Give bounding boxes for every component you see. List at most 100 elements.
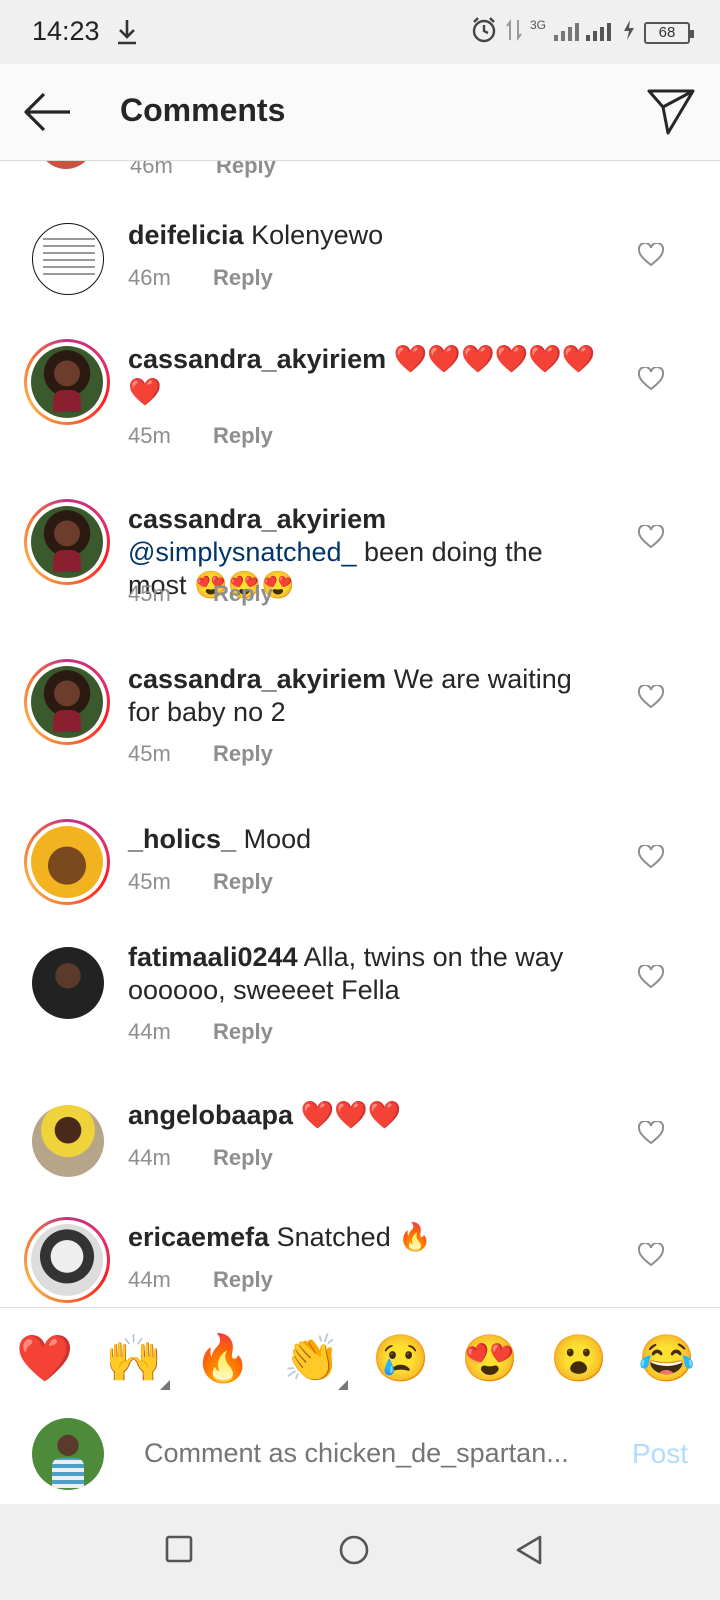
charging-icon	[622, 19, 636, 46]
emoji-quick-bar: ❤️ 🙌 🔥 👏 😢 😍 😮 😂	[0, 1307, 720, 1405]
comment-meta: 44m Reply	[128, 1145, 273, 1171]
comment-username[interactable]: cassandra_akyiriem	[128, 504, 386, 534]
comment-body: Kolenyewo	[251, 220, 384, 250]
home-circle-icon[interactable]	[338, 1534, 370, 1571]
network-type: 3G	[529, 17, 546, 32]
emoji-fire-button[interactable]: 🔥	[194, 1330, 251, 1386]
skin-tone-indicator	[338, 1380, 348, 1390]
page-title: Comments	[120, 92, 286, 128]
comment-time: 45m	[128, 581, 171, 606]
list-item: 46m Reply	[0, 161, 720, 201]
comment-time: 44m	[128, 1145, 171, 1170]
comment-username[interactable]: cassandra_akyiriem	[128, 344, 386, 374]
avatar[interactable]	[32, 947, 104, 1019]
emoji-crying-button[interactable]: 😢	[372, 1330, 429, 1386]
reply-button[interactable]: Reply	[213, 581, 273, 607]
reply-button[interactable]: Reply	[213, 423, 273, 449]
emoji-heart-eyes-button[interactable]: 😍	[461, 1330, 518, 1386]
avatar	[31, 346, 103, 418]
emoji-raised-hands-button[interactable]: 🙌	[105, 1330, 162, 1386]
emoji-clap-button[interactable]: 👏	[283, 1330, 340, 1386]
comment-meta: 44m Reply	[128, 1267, 273, 1293]
avatar	[31, 1224, 103, 1296]
recents-square-icon[interactable]	[164, 1534, 194, 1569]
reply-button[interactable]: Reply	[216, 161, 276, 179]
heart-outline-icon[interactable]	[637, 963, 665, 994]
avatar[interactable]	[32, 1105, 104, 1177]
comment-time: 46m	[130, 161, 173, 178]
comment-text: cassandra_akyiriem @simplysnatched_ been…	[128, 503, 608, 602]
comment-meta: 45m Reply	[128, 741, 273, 767]
reply-button[interactable]: Reply	[213, 869, 273, 895]
comment-meta: 45m Reply	[128, 423, 273, 449]
comments-list[interactable]: 46m Reply deifelicia Kolenyewo 46m Reply…	[0, 161, 720, 1307]
comment-text: fatimaali0244 Alla, twins on the way ooo…	[128, 941, 608, 1007]
avatar[interactable]	[32, 223, 104, 295]
status-bar: 14:23 3G 68	[0, 0, 720, 64]
battery-icon: 68	[644, 21, 694, 44]
heart-outline-icon[interactable]	[637, 365, 665, 396]
story-ring[interactable]	[24, 339, 110, 425]
comment-text: ericaemefa Snatched 🔥	[128, 1221, 608, 1254]
system-nav-bar	[0, 1504, 720, 1600]
comment-text: cassandra_akyiriem We are waiting for ba…	[128, 663, 608, 729]
comment-username[interactable]: ericaemefa	[128, 1222, 269, 1252]
comment-body: Mood	[243, 824, 312, 854]
comment-meta: 44m Reply	[128, 1019, 273, 1045]
comment-meta: 46m Reply	[128, 265, 273, 291]
comment-meta: 45m Reply	[128, 581, 273, 607]
comment-time: 44m	[128, 1019, 171, 1044]
comment-username[interactable]: angelobaapa	[128, 1100, 293, 1130]
comment-meta: 45m Reply	[128, 869, 273, 895]
back-triangle-icon[interactable]	[514, 1534, 544, 1571]
comment-text: angelobaapa ❤️❤️❤️	[128, 1099, 608, 1132]
post-button[interactable]: Post	[632, 1438, 688, 1470]
emoji-heart-button[interactable]: ❤️	[16, 1330, 73, 1386]
avatar	[31, 666, 103, 738]
comment-time: 44m	[128, 1267, 171, 1292]
comment-time: 45m	[128, 423, 171, 448]
heart-outline-icon[interactable]	[637, 523, 665, 554]
heart-outline-icon[interactable]	[637, 843, 665, 874]
comment-text: _holics_ Mood	[128, 823, 608, 856]
heart-outline-icon[interactable]	[637, 1241, 665, 1272]
comment-username[interactable]: deifelicia	[128, 220, 244, 250]
battery-level: 68	[658, 24, 676, 41]
comment-composer: Post	[0, 1404, 720, 1504]
reply-button[interactable]: Reply	[213, 265, 273, 291]
signal-icon	[554, 19, 614, 46]
avatar[interactable]	[38, 161, 94, 169]
story-ring[interactable]	[24, 819, 110, 905]
comment-username[interactable]: fatimaali0244	[128, 942, 298, 972]
comment-username[interactable]: _holics_	[128, 824, 236, 854]
comment-time: 45m	[128, 869, 171, 894]
arrow-left-icon[interactable]	[22, 90, 72, 139]
avatar	[32, 1418, 104, 1490]
comment-text: cassandra_akyiriem ❤️❤️❤️❤️❤️❤️❤️	[128, 343, 608, 409]
comment-mention[interactable]: @simplysnatched_	[128, 537, 357, 567]
emoji-laughing-button[interactable]: 😂	[638, 1330, 695, 1386]
reply-button[interactable]: Reply	[213, 1267, 273, 1293]
reply-button[interactable]: Reply	[213, 741, 273, 767]
reply-button[interactable]: Reply	[213, 1145, 273, 1171]
top-bar: Comments	[0, 64, 720, 161]
data-arrows-icon	[506, 18, 522, 47]
download-icon	[116, 18, 138, 51]
paper-plane-icon[interactable]	[646, 88, 696, 141]
heart-outline-icon[interactable]	[637, 1119, 665, 1150]
avatar	[31, 826, 103, 898]
reply-button[interactable]: Reply	[213, 1019, 273, 1045]
emoji-surprised-button[interactable]: 😮	[550, 1330, 607, 1386]
story-ring[interactable]	[24, 659, 110, 745]
heart-outline-icon[interactable]	[637, 683, 665, 714]
avatar	[31, 506, 103, 578]
story-ring[interactable]	[24, 1217, 110, 1303]
status-icons: 3G 68	[470, 16, 694, 49]
status-time: 14:23	[32, 16, 100, 46]
comment-input[interactable]	[144, 1438, 584, 1469]
comment-body: Snatched 🔥	[276, 1222, 432, 1252]
heart-outline-icon[interactable]	[637, 241, 665, 272]
comment-body: ❤️❤️❤️	[300, 1100, 402, 1130]
story-ring[interactable]	[24, 499, 110, 585]
comment-username[interactable]: cassandra_akyiriem	[128, 664, 386, 694]
